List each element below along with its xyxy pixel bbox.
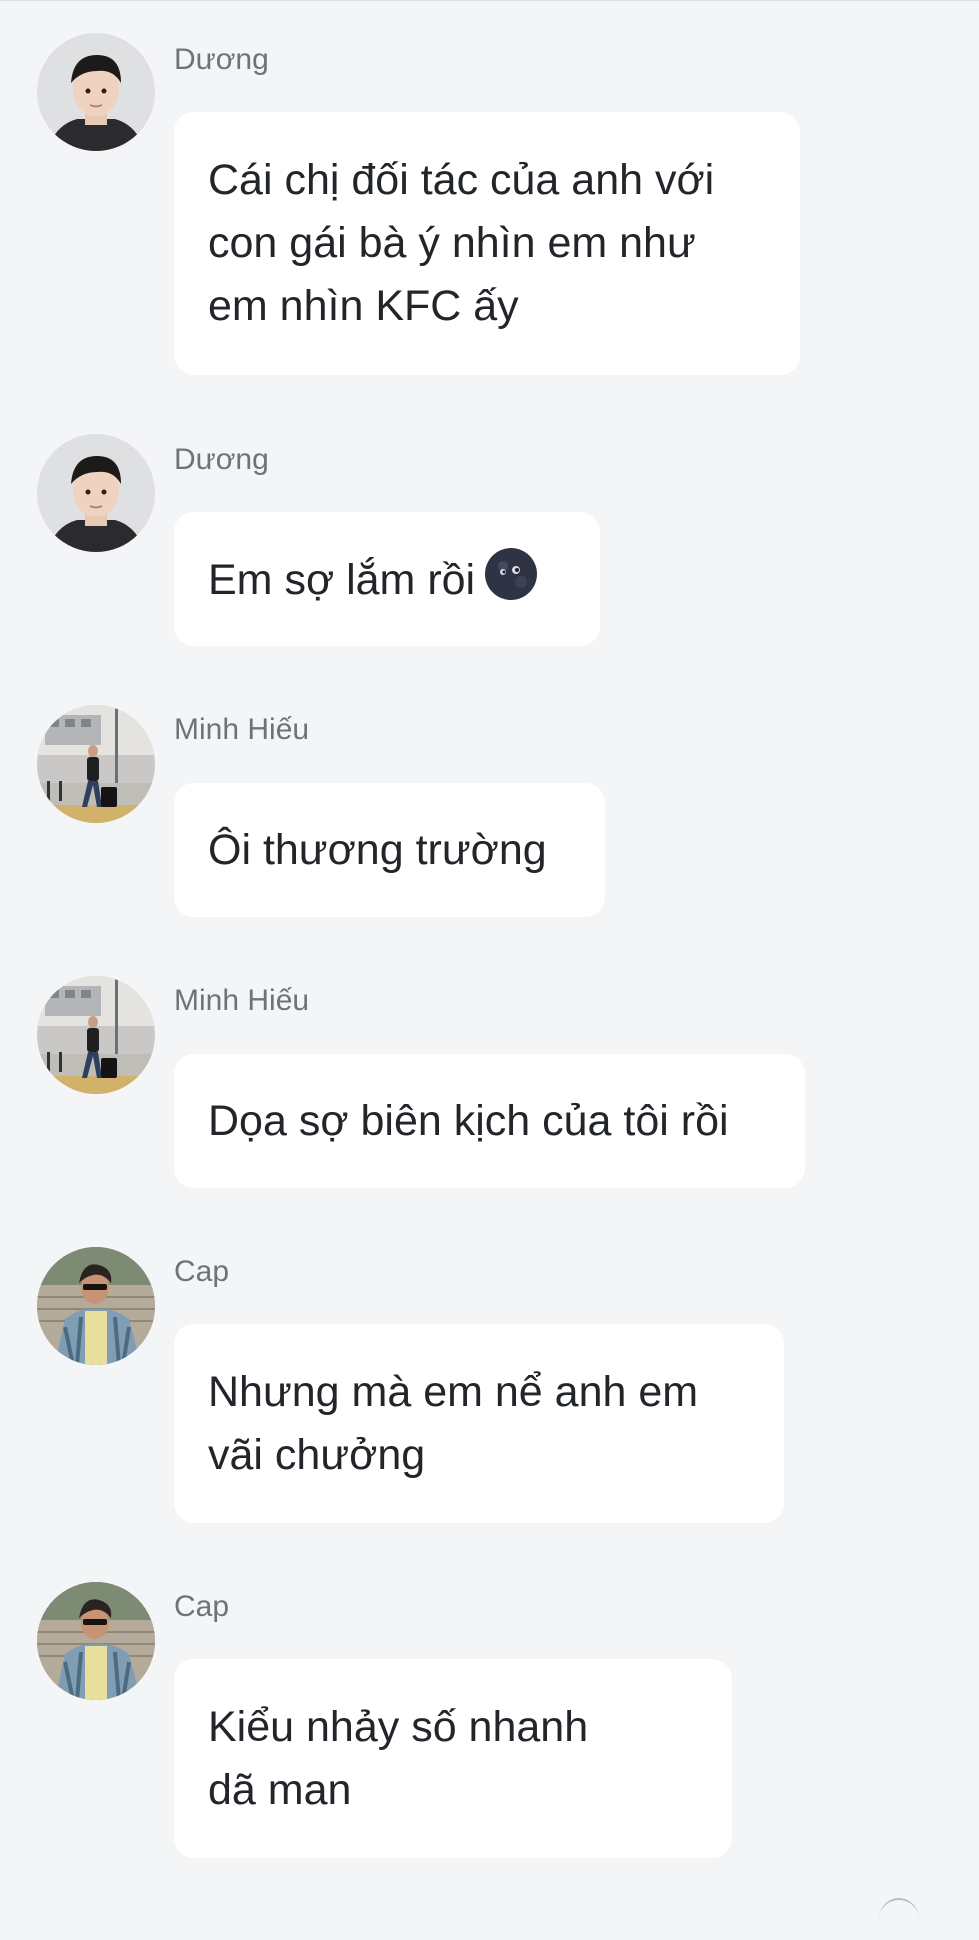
avatar-duong[interactable] — [37, 434, 155, 552]
sender-name: Dương — [174, 443, 269, 476]
message-bubble[interactable]: Em sợ lắm rồi — [174, 512, 600, 646]
message-text: Dọa sợ biên kịch của tôi rồi — [208, 1096, 729, 1145]
sender-name: Cap — [174, 1255, 230, 1288]
avatar-minh-hieu[interactable] — [37, 976, 155, 1094]
partial-avatar-edge — [879, 1898, 919, 1940]
message-bubble[interactable]: Dọa sợ biên kịch của tôi rồi — [174, 1054, 805, 1188]
avatar-cap[interactable] — [37, 1247, 155, 1365]
message-text: Em sợ lắm rồi — [208, 546, 539, 612]
sender-name: Cap — [174, 1590, 230, 1623]
message-text: Ôi thương trường — [208, 825, 547, 874]
avatar-duong[interactable] — [37, 33, 155, 151]
top-divider — [0, 0, 979, 1]
avatar-cap[interactable] — [37, 1582, 155, 1700]
message-bubble[interactable]: Cái chị đối tác của anh với con gái bà ý… — [174, 112, 800, 375]
message-text: Cái chị đối tác của anh với con gái bà ý… — [208, 156, 715, 330]
message-bubble[interactable]: Ôi thương trường — [174, 783, 605, 917]
sender-name: Minh Hiếu — [174, 984, 310, 1017]
new-moon-face-icon — [485, 548, 538, 600]
message-text: Kiểu nhảy số nhanh dã man — [208, 1702, 589, 1814]
message-text: Nhưng mà em nể anh em vãi chưởng — [208, 1367, 699, 1479]
avatar-minh-hieu[interactable] — [37, 705, 155, 823]
message-bubble[interactable]: Nhưng mà em nể anh em vãi chưởng — [174, 1324, 784, 1523]
sender-name: Dương — [174, 43, 269, 76]
sender-name: Minh Hiếu — [174, 713, 310, 746]
message-bubble[interactable]: Kiểu nhảy số nhanh dã man — [174, 1659, 732, 1858]
